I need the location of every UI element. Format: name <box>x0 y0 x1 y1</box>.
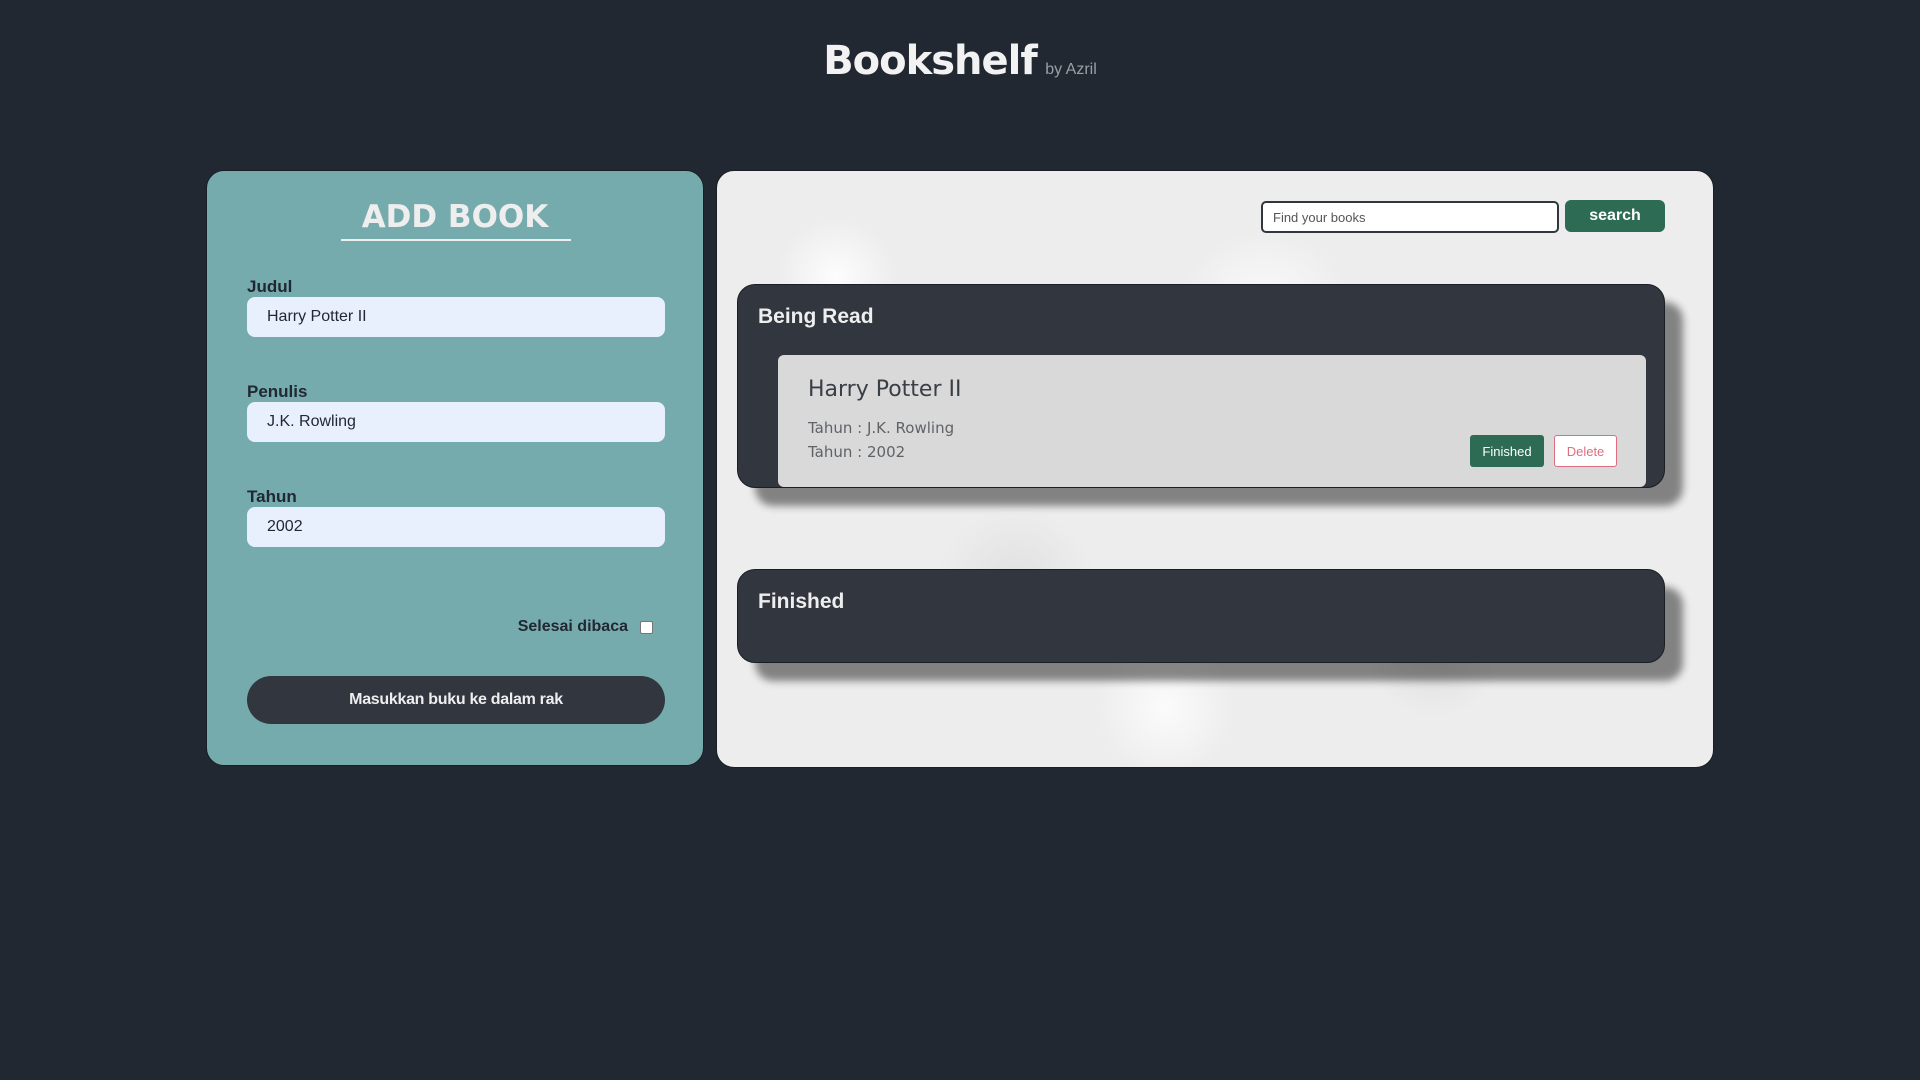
add-book-title: ADD BOOK <box>361 199 549 235</box>
bookshelf-panel: search Being Read Harry Potter II Tahun … <box>716 170 1714 768</box>
finished-shelf: Finished <box>737 569 1665 663</box>
being-read-shelf: Being Read Harry Potter II Tahun : J.K. … <box>737 284 1665 488</box>
delete-book-button[interactable]: Delete <box>1554 435 1617 467</box>
search-input[interactable] <box>1261 201 1559 233</box>
author-label: Penulis <box>247 382 308 401</box>
add-book-panel: ADD BOOK Judul Penulis Tahun Selesai dib… <box>206 170 704 766</box>
book-year: Tahun : 2002 <box>808 443 906 461</box>
year-label: Tahun <box>247 487 297 506</box>
done-reading-row: Selesai dibaca <box>518 618 653 636</box>
done-reading-label: Selesai dibaca <box>517 618 628 635</box>
title-underline <box>341 239 571 241</box>
book-card: Harry Potter II Tahun : J.K. Rowling Tah… <box>778 355 1646 487</box>
title-label: Judul <box>247 277 293 296</box>
main-container: ADD BOOK Judul Penulis Tahun Selesai dib… <box>206 170 1714 768</box>
finished-title: Finished <box>758 590 845 613</box>
author-input[interactable] <box>247 402 665 442</box>
app-header: Bookshelf by Azril <box>0 38 1920 84</box>
book-title: Harry Potter II <box>808 377 962 402</box>
book-author: Tahun : J.K. Rowling <box>808 419 955 437</box>
mark-finished-button[interactable]: Finished <box>1470 435 1544 467</box>
title-input[interactable] <box>247 297 665 337</box>
done-reading-checkbox[interactable] <box>640 620 653 634</box>
add-book-button[interactable]: Masukkan buku ke dalam rak <box>247 676 665 724</box>
app-title: Bookshelf <box>823 38 1038 84</box>
being-read-title: Being Read <box>758 305 874 328</box>
year-input[interactable] <box>247 507 665 547</box>
search-button[interactable]: search <box>1565 200 1665 232</box>
app-byline: by Azril <box>1045 61 1097 78</box>
